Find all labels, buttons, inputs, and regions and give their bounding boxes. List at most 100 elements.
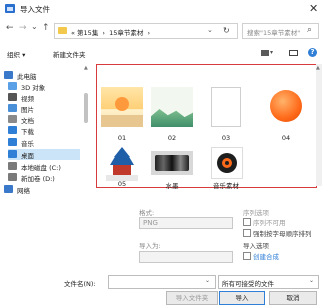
breadcrumb-separator: › <box>102 29 106 37</box>
music-icon <box>8 138 17 146</box>
scroll-up-icon[interactable]: ▲ <box>316 65 320 71</box>
sidebar-item[interactable]: 本地磁盘 (C:) <box>8 161 80 172</box>
file-name: 音乐素材 <box>213 182 239 190</box>
import-options-label: 导入选项 <box>243 242 269 250</box>
address-dropdown-icon[interactable]: ⌄ <box>207 26 213 34</box>
sequence-checkbox[interactable] <box>243 218 251 226</box>
file-thumbnail-music[interactable] <box>211 147 243 179</box>
close-icon[interactable]: ✕ <box>309 2 318 15</box>
file-thumbnail-02[interactable] <box>151 87 193 127</box>
computer-icon <box>4 71 13 79</box>
force-alpha-checkbox[interactable] <box>243 229 251 237</box>
file-thumbnail-ink[interactable] <box>151 151 193 175</box>
filename-label: 文件名(N): <box>64 280 96 288</box>
format-label: 格式: <box>139 209 155 217</box>
new-folder-button[interactable]: 新建文件夹 <box>53 49 86 59</box>
view-options-icon[interactable] <box>261 50 269 56</box>
file-thumbnail-05[interactable] <box>101 147 143 183</box>
app-icon <box>5 4 15 13</box>
format-select: PNG <box>139 217 233 229</box>
organize-button[interactable]: 组织 ▾ <box>7 49 25 59</box>
sidebar-item-label: 3D 对象 <box>21 84 46 92</box>
search-icon[interactable]: ⌕ <box>307 25 312 35</box>
navigation-pane: 此电脑 3D 对象 视频 图片 文档 下载 音乐 桌面 本地磁盘 (C:) 新加卷 (D:) 网络 … <box>0 63 92 259</box>
sidebar-item-label: 新加卷 (D:) <box>21 175 55 183</box>
view-dropdown-icon[interactable]: ▾ <box>270 49 273 56</box>
sidebar-item[interactable]: 下载 <box>8 125 80 136</box>
address-bar[interactable]: « 第15集 › 15章节素材 › ⌄ ↻ <box>54 23 238 39</box>
download-icon <box>8 126 17 134</box>
file-name: 04 <box>281 134 291 142</box>
sidebar-item[interactable]: 3D 对象 <box>8 81 80 92</box>
filetype-dropdown-icon[interactable]: ⌄ <box>309 277 314 284</box>
sidebar-item[interactable]: 视频 <box>8 92 80 103</box>
search-input[interactable]: 搜索"15章节素材" ⌕ <box>242 23 319 39</box>
import-button[interactable]: 导入 <box>219 291 265 305</box>
sidebar-item-label: 音乐 <box>21 140 34 148</box>
create-comp-checkbox[interactable] <box>243 252 251 260</box>
file-list-area[interactable]: 01 02 03 04 05 水墨 音乐素材 <box>96 64 317 190</box>
search-placeholder: 搜索"15章节素材" <box>247 29 301 37</box>
pictures-icon <box>8 104 17 112</box>
window-title: 导入文件 <box>20 5 50 14</box>
sidebar-item[interactable]: 图片 <box>8 103 80 114</box>
sidebar-item-label: 本地磁盘 (C:) <box>21 164 61 172</box>
breadcrumb-separator: › <box>147 29 151 37</box>
file-name: 02 <box>167 134 177 142</box>
sidebar-item[interactable]: 桌面 <box>8 149 80 160</box>
sidebar-item-label: 此电脑 <box>17 73 37 81</box>
sequence-unavailable-label: 序列不可用 <box>253 219 286 227</box>
filetype-value: 所有可接受的文件 <box>222 280 274 288</box>
file-thumbnail-01[interactable] <box>101 87 143 127</box>
sidebar-item-label: 文档 <box>21 117 34 125</box>
file-thumbnail-04[interactable] <box>265 87 307 127</box>
back-icon[interactable]: ← <box>6 23 14 33</box>
cancel-button[interactable]: 取消 <box>269 291 317 305</box>
import-folder-button[interactable]: 导入文件夹 <box>166 291 218 305</box>
import-as-label: 导入为: <box>139 242 161 250</box>
forward-icon[interactable]: → <box>19 23 27 33</box>
filename-input[interactable]: ⌄ <box>108 275 216 289</box>
breadcrumb: « 第15集 › 15章节素材 › <box>71 27 150 37</box>
force-alpha-label: 强制按字母顺序排列 <box>253 230 312 238</box>
sidebar-scrollbar-thumb[interactable] <box>84 93 88 123</box>
toolbar: 组织 ▾ 新建文件夹 ▾ ? <box>0 44 323 60</box>
sidebar-item[interactable]: 此电脑 <box>4 70 80 81</box>
breadcrumb-item[interactable]: 15章节素材 <box>109 29 143 37</box>
network-icon <box>4 185 13 193</box>
import-as-select <box>139 251 233 263</box>
preview-pane-icon[interactable] <box>289 50 298 56</box>
file-name: 01 <box>117 134 127 142</box>
filetype-select[interactable]: 所有可接受的文件 ⌄ <box>218 275 319 289</box>
sidebar-item-label: 桌面 <box>21 152 34 160</box>
format-value: PNG <box>143 219 158 227</box>
sequence-options-label: 序列选项 <box>243 209 269 217</box>
breadcrumb-item[interactable]: « 第15集 <box>71 29 98 37</box>
up-icon[interactable]: ↑ <box>42 23 50 33</box>
sidebar-item-label: 图片 <box>21 106 34 114</box>
3d-objects-icon <box>8 82 17 90</box>
help-icon[interactable]: ? <box>308 48 317 57</box>
folder-icon <box>58 27 67 34</box>
sidebar-item-label: 视频 <box>21 95 34 103</box>
file-name: 03 <box>221 134 231 142</box>
recent-locations-icon[interactable]: ⌄ <box>31 22 38 31</box>
file-thumbnail-03[interactable] <box>211 87 241 127</box>
file-name: 水墨 <box>165 182 179 190</box>
create-comp-label: 创建合成 <box>253 253 279 261</box>
documents-icon <box>8 115 17 123</box>
desktop-icon <box>8 150 17 158</box>
sidebar-item[interactable]: 文档 <box>8 114 80 125</box>
sidebar-item-label: 网络 <box>17 187 30 195</box>
disk-c-icon <box>8 162 17 170</box>
content-scrollbar[interactable]: ▲ <box>316 64 322 186</box>
sidebar-item[interactable]: 音乐 <box>8 137 80 148</box>
scroll-up-icon[interactable]: ▲ <box>84 65 88 71</box>
video-icon <box>8 93 17 101</box>
sidebar-item[interactable]: 新加卷 (D:) <box>8 172 80 183</box>
refresh-icon[interactable]: ↻ <box>223 26 230 35</box>
disk-d-icon <box>8 173 17 181</box>
filename-dropdown-icon[interactable]: ⌄ <box>205 277 210 284</box>
sidebar-item[interactable]: 网络 <box>4 184 80 195</box>
file-name: 05 <box>117 180 127 188</box>
